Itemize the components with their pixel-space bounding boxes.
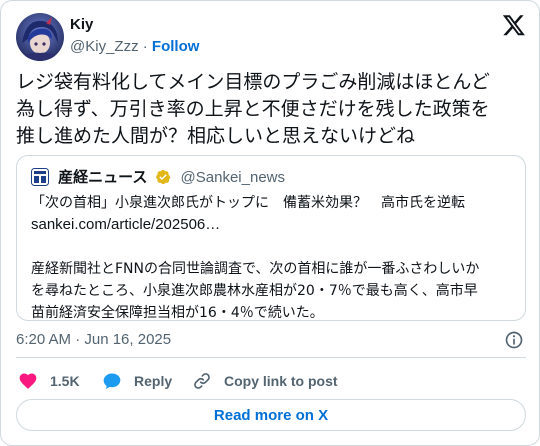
tweet-text-line: レジ袋有料化してメイン目標のプラごみ削減はほとんど <box>16 71 490 93</box>
reply-button[interactable]: Reply <box>102 369 172 393</box>
like-count: 1.5K <box>50 373 80 389</box>
sankei-logo-icon <box>31 168 49 186</box>
reply-icon <box>103 373 121 389</box>
quoted-spacer <box>31 236 513 258</box>
link-icon <box>194 373 210 389</box>
copy-link-button[interactable]: Copy link to post <box>192 369 338 393</box>
like-button[interactable]: 1.5K <box>18 369 80 393</box>
read-more-button[interactable]: Read more on X <box>16 399 526 431</box>
quoted-title-line: 「次の首相」小泉進次郎氏がトップに 備蓄米効果？ 高市氏を逆転 <box>31 195 465 211</box>
copy-link-label: Copy link to post <box>224 373 338 389</box>
separator-dot: · <box>142 38 148 55</box>
x-logo-icon[interactable] <box>502 13 526 37</box>
tweet-text-line: 推し進めた人間が？相応しいと思えないけどね <box>16 125 416 147</box>
tweet-header: Kiy @Kiy_Zzz · Follow <box>16 13 526 61</box>
quoted-article-link[interactable]: sankei.com/article/202506… <box>31 214 513 236</box>
quoted-body-line: 苗前経済安全保障担当相が16・4％で続いた。 <box>31 305 324 321</box>
avatar[interactable] <box>16 13 64 61</box>
author-handle[interactable]: @Kiy_Zzz <box>70 38 139 55</box>
quoted-body-line: を尋ねたところ、小泉進次郎農林水産相が20・7％で最も高く、高市早 <box>31 283 478 299</box>
author-handle-row: @Kiy_Zzz · Follow <box>70 37 199 57</box>
tweet-text-line: 為し得ず、万引き率の上昇と不便さだけを残した政策を <box>16 98 490 120</box>
reply-label: Reply <box>134 373 173 389</box>
quoted-tweet-body: 「次の首相」小泉進次郎氏がトップに 備蓄米効果？ 高市氏を逆転 sankei.c… <box>31 192 513 324</box>
follow-button[interactable]: Follow <box>152 38 200 55</box>
heart-icon <box>19 373 37 389</box>
info-icon[interactable] <box>504 330 524 350</box>
divider <box>16 357 526 358</box>
tweet-card: Kiy @Kiy_Zzz · Follow レジ袋有料化してメイン目標のプラごみ… <box>0 0 540 446</box>
tweet-text: レジ袋有料化してメイン目標のプラごみ削減はほとんど 為し得ず、万引き率の上昇と不… <box>16 69 526 150</box>
quoted-tweet[interactable]: 産経ニュース @Sankei_news 「次の首相」小泉進次郎氏がトップに 備蓄… <box>16 155 526 321</box>
quoted-author-name: 産経ニュース <box>58 168 148 186</box>
tweet-timestamp[interactable]: 6:20 AM · Jun 16, 2025 <box>16 330 171 350</box>
author-info: Kiy @Kiy_Zzz · Follow <box>70 15 199 57</box>
quoted-author-handle: @Sankei_news <box>180 169 285 186</box>
verified-badge-icon <box>156 169 171 185</box>
author-display-name[interactable]: Kiy <box>70 15 199 35</box>
quoted-body-line: 産経新聞社とFNNの合同世論調査で、次の首相に誰が一番ふさわしいか <box>31 261 480 277</box>
quoted-tweet-header: 産経ニュース @Sankei_news <box>31 166 285 186</box>
